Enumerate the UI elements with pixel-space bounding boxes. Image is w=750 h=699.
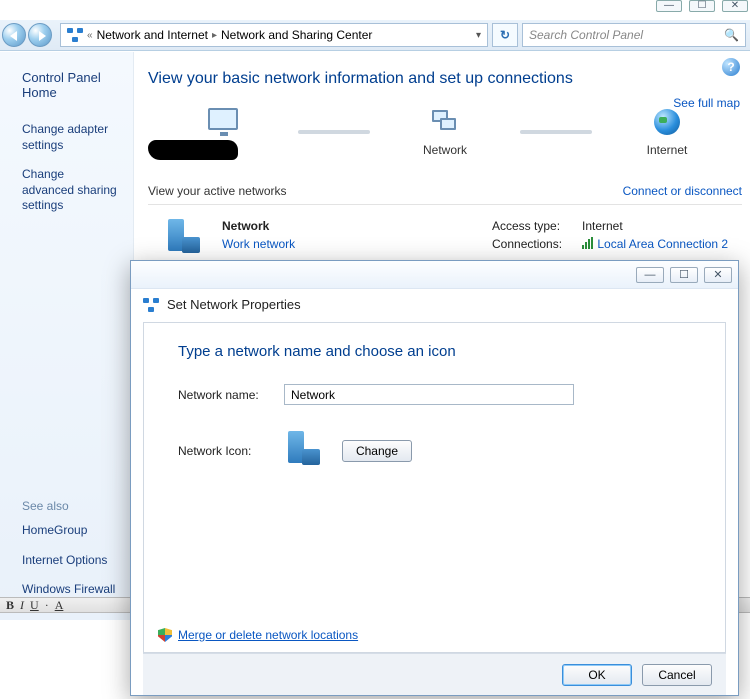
dialog-close-button[interactable]: ✕ [704,267,732,283]
dialog-header: Set Network Properties [131,289,738,322]
network-sharing-icon [67,27,83,43]
parent-window-controls: — ☐ ✕ [656,0,748,10]
parent-min-button[interactable]: — [656,0,682,12]
connections-label: Connections: [492,237,582,251]
network-icon-label: Network Icon: [178,444,284,458]
search-placeholder: Search Control Panel [529,28,643,42]
set-network-properties-dialog: — ☐ ✕ Set Network Properties Type a netw… [130,260,739,696]
breadcrumb-sep-icon: ▸ [212,30,217,41]
active-network-type-link[interactable]: Work network [222,237,295,251]
dialog-min-button[interactable]: — [636,267,664,283]
dialog-titlebar[interactable]: — ☐ ✕ [131,261,738,289]
merge-delete-locations-link[interactable]: Merge or delete network locations [178,628,358,642]
network-diagram: Network Internet [148,104,742,160]
refresh-button[interactable]: ↻ [492,23,518,47]
underline-button[interactable]: U [30,598,39,613]
redacted-computer-name [148,140,238,160]
page-title: View your basic network information and … [148,70,742,88]
see-also-heading: See also [22,499,119,513]
see-also-homegroup[interactable]: HomeGroup [22,523,119,539]
parent-max-button[interactable]: ☐ [689,0,715,12]
server-icon [164,219,204,255]
breadcrumb-chevrons: « [87,30,93,41]
toolbar-sep: · [45,598,49,613]
connection-link[interactable]: Local Area Connection 2 [597,237,728,251]
active-network-card: Network Work network Access type: Intern… [148,219,742,259]
connect-or-disconnect-link[interactable]: Connect or disconnect [623,184,742,198]
shield-icon [158,628,172,642]
parent-close-button[interactable]: ✕ [722,0,748,12]
change-adapter-settings-link[interactable]: Change adapter settings [22,122,119,153]
access-type-label: Access type: [492,219,582,233]
font-color-button[interactable]: A [55,598,64,613]
multi-pc-icon [432,110,458,134]
dialog-app-icon [143,298,159,312]
see-also-windows-firewall[interactable]: Windows Firewall [22,582,119,598]
nav-back-button[interactable] [2,23,26,47]
address-bar: « Network and Internet ▸ Network and Sha… [0,20,750,51]
diagram-network-label: Network [370,143,520,157]
globe-icon [654,109,680,135]
breadcrumb-dropdown-icon[interactable]: ▾ [476,30,481,41]
diagram-this-pc [148,104,298,160]
signal-icon [582,237,594,249]
active-network-name[interactable]: Network [222,219,295,233]
diagram-connector-1 [298,130,370,134]
network-name-label: Network name: [178,388,284,402]
change-advanced-sharing-link[interactable]: Change advanced sharing settings [22,167,119,214]
dialog-body: Type a network name and choose an icon N… [143,322,726,653]
nav-forward-button[interactable] [28,23,52,47]
network-name-input[interactable] [284,384,574,405]
search-input[interactable]: Search Control Panel 🔍 [522,23,746,47]
breadcrumb-sharing-center[interactable]: Network and Sharing Center [221,28,372,42]
diagram-internet: Internet [592,107,742,157]
breadcrumb-network-internet[interactable]: Network and Internet [97,28,208,42]
divider [148,204,742,205]
see-full-map-link[interactable]: See full map [673,96,740,110]
bold-button[interactable]: B [6,598,14,613]
breadcrumb[interactable]: « Network and Internet ▸ Network and Sha… [60,23,488,47]
see-also-internet-options[interactable]: Internet Options [22,553,119,569]
change-icon-button[interactable]: Change [342,440,412,462]
diagram-internet-label: Internet [592,143,742,157]
view-active-networks-label: View your active networks [148,184,287,198]
dialog-max-button[interactable]: ☐ [670,267,698,283]
italic-button[interactable]: I [20,598,24,613]
cancel-button[interactable]: Cancel [642,664,712,686]
dialog-title: Set Network Properties [167,297,301,312]
sidebar: Control Panel Home Change adapter settin… [0,52,133,620]
access-type-value: Internet [582,219,623,233]
dialog-footer: OK Cancel [143,653,726,695]
diagram-connector-2 [520,130,592,134]
help-icon[interactable]: ? [722,58,740,76]
search-icon[interactable]: 🔍 [724,28,739,42]
control-panel-home-link[interactable]: Control Panel Home [22,70,119,100]
diagram-network: Network [370,107,520,157]
network-icon-preview [284,431,324,467]
dialog-heading: Type a network name and choose an icon [178,343,691,360]
ok-button[interactable]: OK [562,664,632,686]
monitor-icon [208,108,238,130]
